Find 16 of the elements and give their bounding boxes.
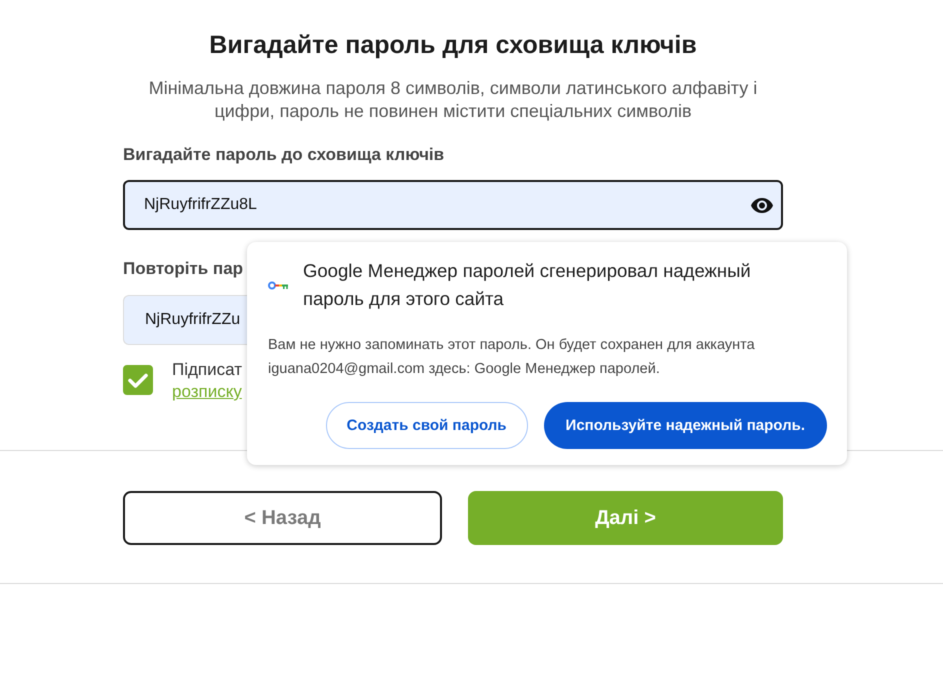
create-own-password-button[interactable]: Создать свой пароль: [326, 402, 528, 449]
field-label: Вигадайте пароль до сховища ключів: [123, 144, 444, 166]
password-field[interactable]: NjRuyfrifrZZu8L: [123, 180, 783, 230]
popup-message: Вам не нужно запоминать этот пароль. Он будет сохранен для аккаунта iguana0204@gmail.com здесь: Google Менеджер паролей.: [268, 336, 756, 379]
page-title: Вигадайте пароль для сховища ключів: [208, 30, 698, 61]
use-strong-password-button[interactable]: Используйте надежный пароль.: [544, 402, 827, 449]
checkbox[interactable]: [123, 365, 153, 395]
back-button[interactable]: < Назад: [123, 491, 442, 545]
repeat-password-field[interactable]: NjRuyfrifrZZu: [123, 295, 247, 345]
popup-title: Google Менеджер паролей сгенерировал надежный пароль для этого сайта: [303, 259, 752, 311]
consent-text: Підписат розписку: [172, 359, 242, 403]
eye-icon[interactable]: [751, 198, 773, 212]
field-label: Повторіть пар: [123, 258, 244, 280]
key-icon: [268, 280, 288, 290]
check-icon: [128, 372, 148, 388]
password-requirements-text: Мінімальна довжина пароля 8 символів, символи латинського алфавіту і цифри, пароль не повинен містити спеціальних символів: [148, 77, 758, 123]
